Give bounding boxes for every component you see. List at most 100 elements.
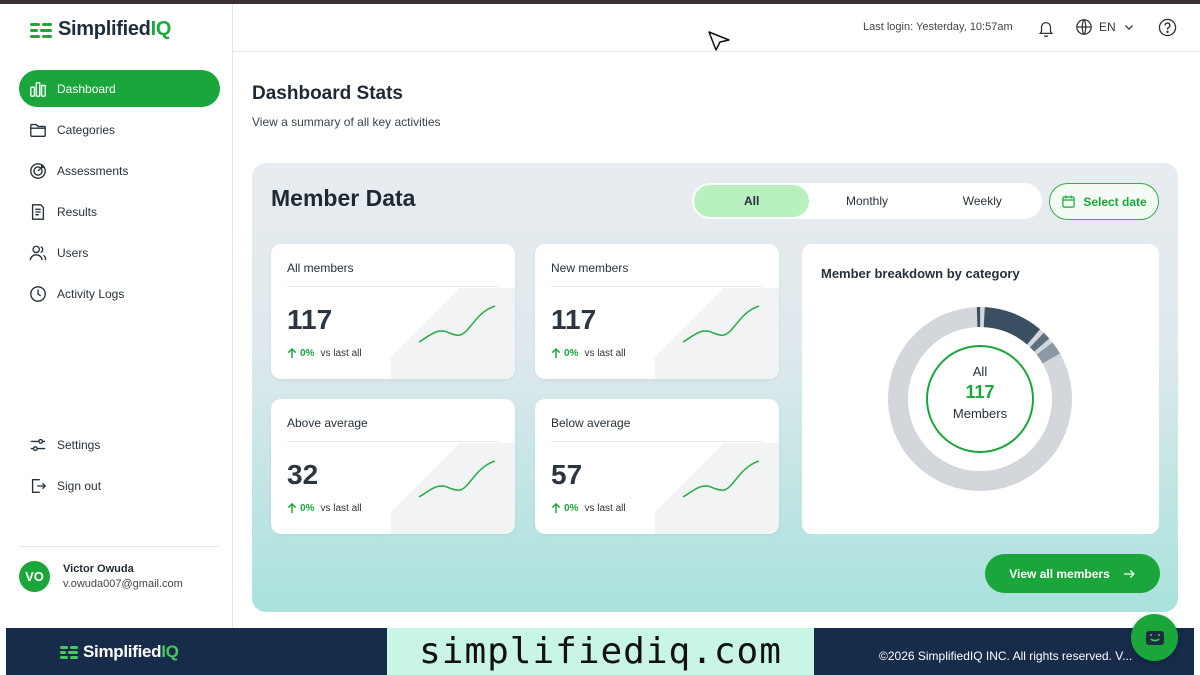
- sidebar-item-label: Assessments: [57, 163, 129, 178]
- select-date-button[interactable]: Select date: [1049, 183, 1159, 220]
- page-subtitle: View a summary of all key activities: [252, 115, 441, 129]
- card-delta: 0% vs last all: [287, 348, 362, 359]
- sidebar: SimplifiedIQ Dashboard Categories Assess…: [0, 4, 233, 628]
- tab-all[interactable]: All: [694, 185, 810, 217]
- users-icon: [29, 245, 47, 260]
- tab-monthly[interactable]: Monthly: [809, 185, 924, 217]
- mouse-cursor-icon: [708, 31, 730, 51]
- view-all-label: View all members: [1009, 566, 1110, 581]
- donut-center-label: All 117 Members: [926, 364, 1034, 421]
- sidebar-item-assessments[interactable]: Assessments: [19, 152, 220, 189]
- sidebar-item-sign-out[interactable]: Sign out: [19, 467, 220, 504]
- chat-bot-icon: [1145, 630, 1164, 645]
- brand-logo[interactable]: SimplifiedIQ: [30, 18, 171, 41]
- sliders-icon: [30, 438, 46, 451]
- sidebar-item-users[interactable]: Users: [19, 234, 220, 271]
- card-value: 32: [287, 459, 319, 490]
- brand-name: SimplifiedIQ: [58, 18, 172, 40]
- globe-icon: [1076, 19, 1092, 35]
- delta-compare: vs last all: [584, 348, 626, 359]
- view-all-members-button[interactable]: View all members: [985, 554, 1160, 593]
- period-tabs: All Monthly Weekly: [692, 183, 1042, 219]
- arrow-up-icon: [287, 503, 297, 514]
- language-label: EN: [1099, 20, 1116, 34]
- logo-icon: [60, 645, 78, 659]
- target-icon: [30, 162, 46, 179]
- user-profile[interactable]: VO Victor Owuda v.owuda007@gmail.com: [19, 546, 219, 592]
- member-data-panel: Member Data All Monthly Weekly Select da…: [252, 163, 1178, 612]
- card-value: 117: [551, 304, 597, 335]
- delta-compare: vs last all: [584, 503, 626, 514]
- sidebar-item-label: Results: [57, 204, 98, 219]
- arrow-up-icon: [551, 348, 561, 359]
- bar-chart-icon: [30, 81, 46, 97]
- card-divider: [551, 286, 763, 287]
- footer-banner: SimplifiedIQ simplifiediq.com ©2026 Simp…: [6, 628, 1194, 675]
- page-title: Dashboard Stats: [252, 83, 403, 104]
- profile-email: v.owuda007@gmail.com: [63, 578, 183, 590]
- card-delta: 0% vs last all: [287, 503, 362, 514]
- arrow-up-icon: [287, 348, 297, 359]
- sidebar-item-categories[interactable]: Categories: [19, 111, 220, 148]
- delta-percent: 0%: [300, 348, 315, 359]
- sparkline: [682, 305, 760, 343]
- sidebar-item-label: Sign out: [57, 478, 102, 493]
- folder-icon: [30, 123, 46, 137]
- footer-url-banner: simplifiediq.com: [387, 628, 814, 675]
- card-divider: [551, 441, 763, 442]
- delta-percent: 0%: [564, 348, 579, 359]
- stat-card-new-members[interactable]: New members 117 0% vs last all: [535, 244, 779, 379]
- donut-center-bottom: Members: [952, 406, 1008, 421]
- breakdown-title: Member breakdown by category: [821, 266, 1020, 281]
- card-value: 57: [551, 459, 583, 490]
- language-selector[interactable]: EN: [1075, 18, 1136, 36]
- card-title: Above average: [287, 416, 368, 430]
- sparkline: [418, 460, 496, 498]
- arrow-up-icon: [551, 503, 561, 514]
- card-delta: 0% vs last all: [551, 348, 626, 359]
- stat-card-all-members[interactable]: All members 117 0% vs last all: [271, 244, 515, 379]
- sign-out-icon: [31, 478, 47, 493]
- sidebar-item-label: Settings: [57, 437, 101, 452]
- copyright-text: ©2026 SimplifiedIQ INC. All rights reser…: [879, 649, 1133, 663]
- stat-card-below-average[interactable]: Below average 57 0% vs last all: [535, 399, 779, 534]
- sidebar-nav: Dashboard Categories Assessments Results…: [19, 70, 220, 316]
- member-breakdown-card: Member breakdown by category All 117 Mem…: [802, 244, 1159, 534]
- sidebar-bottom-nav: Settings Sign out: [19, 426, 220, 508]
- sidebar-item-dashboard[interactable]: Dashboard: [19, 70, 220, 107]
- avatar: VO: [19, 561, 50, 592]
- sidebar-item-activity-logs[interactable]: Activity Logs: [19, 275, 220, 312]
- card-divider: [287, 286, 499, 287]
- footer-brand-name: SimplifiedIQ: [83, 642, 179, 661]
- sidebar-item-settings[interactable]: Settings: [19, 426, 220, 463]
- card-value: 117: [287, 304, 333, 335]
- delta-percent: 0%: [564, 503, 579, 514]
- sidebar-item-results[interactable]: Results: [19, 193, 220, 230]
- footer-logo: SimplifiedIQ: [60, 642, 179, 662]
- sidebar-item-label: Activity Logs: [57, 286, 125, 301]
- sparkline: [418, 305, 496, 343]
- logo-icon: [30, 22, 52, 38]
- card-title: New members: [551, 261, 629, 275]
- clock-icon: [30, 285, 46, 302]
- chat-widget-button[interactable]: [1131, 614, 1178, 661]
- delta-compare: vs last all: [320, 503, 362, 514]
- last-login-text: Last login: Yesterday, 10:57am: [863, 21, 1013, 33]
- sidebar-item-label: Dashboard: [57, 81, 116, 96]
- profile-name: Victor Owuda: [63, 563, 134, 575]
- stat-card-above-average[interactable]: Above average 32 0% vs last all: [271, 399, 515, 534]
- card-title: Below average: [551, 416, 631, 430]
- chevron-down-icon: [1124, 25, 1133, 30]
- donut-center-value: 117: [965, 382, 995, 402]
- calendar-icon: [1062, 195, 1076, 208]
- card-delta: 0% vs last all: [551, 503, 626, 514]
- tab-weekly[interactable]: Weekly: [925, 185, 1040, 217]
- delta-percent: 0%: [300, 503, 315, 514]
- document-icon: [31, 203, 45, 220]
- delta-compare: vs last all: [320, 348, 362, 359]
- help-icon[interactable]: [1158, 18, 1177, 37]
- bell-icon[interactable]: [1037, 19, 1055, 37]
- panel-title: Member Data: [271, 185, 416, 211]
- select-date-label: Select date: [1083, 194, 1147, 209]
- card-title: All members: [287, 261, 354, 275]
